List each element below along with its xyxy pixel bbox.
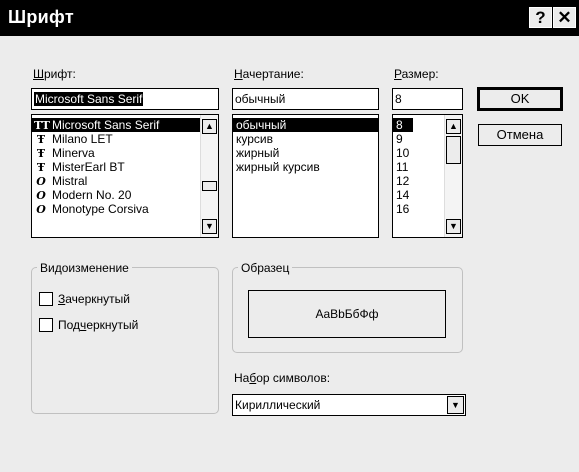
size-label: Размер:	[394, 67, 439, 81]
list-item[interactable]: Ŧ Minerva	[32, 146, 95, 160]
list-item[interactable]: TT Microsoft Sans Serif	[32, 118, 202, 132]
list-item[interactable]: Ŧ Milano LET	[32, 132, 113, 146]
scroll-up-icon[interactable]: ▲	[202, 119, 217, 134]
list-item[interactable]: 11	[393, 160, 408, 174]
effects-group-title: Видоизменение	[37, 261, 132, 275]
help-button[interactable]: ?	[529, 7, 552, 28]
window-title: Шрифт	[8, 7, 74, 27]
list-item[interactable]: 12	[393, 174, 409, 188]
title-bar: Шрифт ? ✕	[0, 0, 579, 36]
close-button[interactable]: ✕	[553, 7, 576, 28]
size-list-scrollbar[interactable]: ▲ ▼	[444, 115, 462, 237]
list-item[interactable]: курсив	[233, 132, 273, 146]
effects-group	[31, 267, 219, 414]
scroll-down-icon[interactable]: ▼	[202, 219, 217, 234]
opentype-font-icon: O	[36, 189, 46, 202]
size-input[interactable]: 8	[392, 88, 463, 110]
list-item[interactable]: 16	[393, 202, 409, 216]
underline-label[interactable]: Подчеркнутый	[58, 318, 138, 332]
opentype-font-icon: O	[36, 203, 46, 216]
ok-button[interactable]: OK	[477, 87, 563, 111]
list-item[interactable]: обычный	[233, 118, 378, 132]
list-item[interactable]: 10	[393, 146, 409, 160]
font-name-input[interactable]: Microsoft Sans Serif	[31, 88, 219, 110]
truetype-font-icon: Ŧ	[36, 133, 46, 146]
list-item[interactable]: O Modern No. 20	[32, 188, 131, 202]
font-list-scrollbar[interactable]: ▲ ▼	[200, 115, 218, 237]
opentype-font-icon: O	[36, 175, 46, 188]
list-item[interactable]: 14	[393, 188, 409, 202]
scroll-thumb[interactable]	[202, 181, 217, 191]
charset-label: Набор символов:	[234, 371, 331, 385]
underline-checkbox[interactable]	[39, 318, 53, 332]
strikethrough-checkbox[interactable]	[39, 292, 53, 306]
list-item[interactable]: 8	[393, 118, 413, 132]
scroll-down-icon[interactable]: ▼	[446, 219, 461, 234]
font-label: Шрифт:	[33, 67, 76, 81]
truetype-font-icon: Ŧ	[36, 147, 46, 160]
sample-group-title: Образец	[238, 261, 293, 275]
cancel-button[interactable]: Отмена	[478, 124, 562, 146]
style-label: Начертание:	[234, 67, 304, 81]
list-item[interactable]: жирный курсив	[233, 160, 320, 174]
list-item[interactable]: жирный	[233, 146, 279, 160]
sample-preview: AaBbБбФф	[248, 290, 446, 338]
chevron-down-icon[interactable]: ▼	[447, 396, 464, 414]
scroll-thumb[interactable]	[446, 136, 461, 164]
style-list[interactable]: обычный курсив жирный жирный курсив	[232, 114, 379, 238]
font-dialog: Шрифт ? ✕ Шрифт: Microsoft Sans Serif TT…	[0, 0, 579, 472]
truetype-font-icon: Ŧ	[36, 161, 46, 174]
list-item[interactable]: O Mistral	[32, 174, 87, 188]
style-input[interactable]: обычный	[232, 88, 379, 110]
truetype-font-icon: TT	[34, 119, 50, 132]
size-list[interactable]: 8 9 10 11 12 14 16 ▲ ▼	[392, 114, 463, 238]
strikethrough-label[interactable]: Зачеркнутый	[58, 292, 130, 306]
list-item[interactable]: 9	[393, 132, 403, 146]
scroll-up-icon[interactable]: ▲	[446, 119, 461, 134]
list-item[interactable]: Ŧ MisterEarl BT	[32, 160, 125, 174]
font-list[interactable]: TT Microsoft Sans Serif Ŧ Milano LET Ŧ Mine…	[31, 114, 219, 238]
charset-select[interactable]: Кириллический ▼	[232, 394, 466, 416]
list-item[interactable]: O Monotype Corsiva	[32, 202, 149, 216]
